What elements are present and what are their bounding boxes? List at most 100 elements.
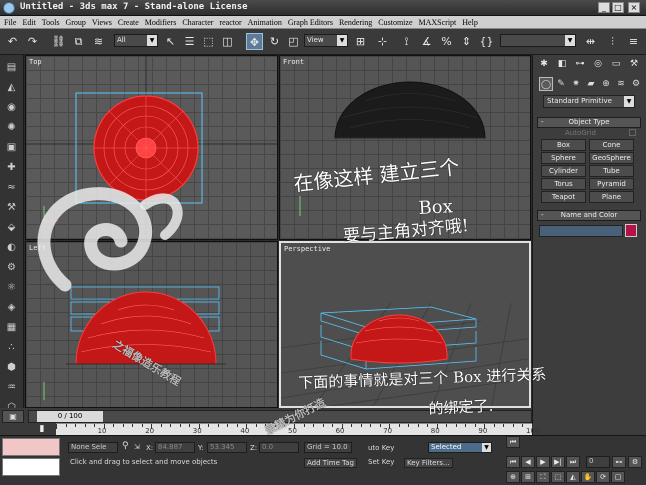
cone-button[interactable]: Cone	[589, 139, 634, 151]
menu-views[interactable]: Views	[92, 16, 112, 28]
shapes-tab-icon[interactable]: ◭	[4, 81, 19, 95]
modifiers-tab-icon[interactable]: ⚒	[4, 201, 19, 215]
lights-category-icon[interactable]: ✷	[569, 77, 583, 91]
select-and-move-icon[interactable]: ✥	[246, 33, 263, 50]
pivot-center-icon[interactable]: ⊞	[352, 33, 369, 50]
named-selection-dropdown[interactable]: ▼	[500, 34, 576, 47]
cameras-category-icon[interactable]: ▰	[584, 77, 598, 91]
menu-create[interactable]: Create	[118, 16, 139, 28]
display-panel-icon[interactable]: ▭	[609, 57, 623, 71]
percent-snap-icon[interactable]: %	[438, 33, 455, 50]
time-config-icon[interactable]: ⚙	[628, 456, 642, 468]
undo-icon[interactable]: ↶	[4, 33, 21, 50]
x-coordinate-field[interactable]: 84.887	[155, 442, 195, 453]
box-button[interactable]: Box	[541, 139, 586, 151]
go-to-start-icon[interactable]: ⏮	[506, 456, 520, 468]
utilities-panel-icon[interactable]: ⚒	[627, 57, 641, 71]
helpers-tab-icon[interactable]: ✚	[4, 161, 19, 175]
space-tab-icon[interactable]: ⬢	[4, 361, 19, 375]
select-and-scale-icon[interactable]: ◰	[285, 33, 302, 50]
time-slider-thumb[interactable]: 0 / 100	[37, 411, 103, 422]
lights-tab-icon[interactable]: ✺	[4, 121, 19, 135]
geosphere-button[interactable]: GeoSphere	[589, 152, 634, 164]
cylinder-button[interactable]: Cylinder	[541, 165, 586, 177]
menu-group[interactable]: Group	[65, 16, 85, 28]
select-object-icon[interactable]: ↖	[162, 33, 179, 50]
rectangular-selection-icon[interactable]: ⬚	[200, 33, 217, 50]
objects-tab-icon[interactable]: ▤	[4, 61, 19, 75]
set-key-button[interactable]: Set Key	[368, 458, 394, 466]
plane-button[interactable]: Plane	[589, 191, 634, 203]
materials-tab-icon[interactable]: ◐	[4, 241, 19, 255]
reactor-tab-icon[interactable]: ⚛	[4, 281, 19, 295]
motion-panel-icon[interactable]: ◎	[591, 57, 605, 71]
snap-toggle-icon[interactable]: ⟟	[398, 33, 415, 50]
hierarchy-panel-icon[interactable]: ⊶	[573, 57, 587, 71]
bind-space-warp-icon[interactable]: ≋	[90, 33, 107, 50]
open-trackbar-icon[interactable]: ▣	[2, 410, 24, 423]
key-filters-button[interactable]: Key Filters...	[404, 458, 453, 468]
named-selection-icon[interactable]: {}	[478, 33, 495, 50]
spacewarps-tab-icon[interactable]: ≈	[4, 181, 19, 195]
viewport-front[interactable]: Front	[279, 55, 531, 240]
menu-rendering[interactable]: Rendering	[339, 16, 372, 28]
hair-tab-icon[interactable]: ♒	[4, 381, 19, 395]
select-and-manipulate-icon[interactable]: ⊹	[374, 33, 391, 50]
mirror-icon[interactable]: ⇹	[582, 33, 599, 50]
play-icon[interactable]: ▶	[536, 456, 550, 468]
track-bar-toggle-icon[interactable]: ▮	[28, 423, 56, 435]
select-and-link-icon[interactable]: ⛓	[50, 33, 67, 50]
object-color-swatch[interactable]	[625, 224, 637, 237]
menu-edit[interactable]: Edit	[22, 16, 35, 28]
torus-button[interactable]: Torus	[541, 178, 586, 190]
add-time-tag-button[interactable]: Add Time Tag	[304, 458, 357, 468]
go-to-end-icon[interactable]: ⏭	[566, 456, 580, 468]
shaders-tab-icon[interactable]: ▦	[4, 321, 19, 335]
menu-reactor[interactable]: reactor	[219, 16, 241, 28]
menu-maxscript[interactable]: MAXScript	[419, 16, 457, 28]
controllers-tab-icon[interactable]: ⚙	[4, 261, 19, 275]
absolute-mode-icon[interactable]: ⇲	[134, 443, 140, 451]
minimize-button[interactable]: _	[598, 2, 610, 13]
key-mode-toggle-icon[interactable]: ⊷	[612, 456, 626, 468]
go-to-start-icon[interactable]: ⏮	[506, 436, 520, 448]
align-icon[interactable]: ⫶	[604, 33, 621, 50]
unlink-icon[interactable]: ⧉	[70, 33, 87, 50]
geometry-category-icon[interactable]: ◯	[539, 77, 553, 91]
menu-help[interactable]: Help	[462, 16, 478, 28]
menu-tools[interactable]: Tools	[42, 16, 60, 28]
cameras-tab-icon[interactable]: ▣	[4, 141, 19, 155]
selection-filter-dropdown[interactable]: All ▼	[114, 34, 158, 47]
close-button[interactable]: ×	[628, 2, 640, 13]
object-name-field[interactable]	[539, 225, 623, 237]
sphere-button[interactable]: Sphere	[541, 152, 586, 164]
zoom-all-icon[interactable]: ⊞	[521, 471, 535, 483]
zoom-extents-icon[interactable]: ⛶	[536, 471, 550, 483]
menu-customize[interactable]: Customize	[378, 16, 412, 28]
redo-icon[interactable]: ↷	[24, 33, 41, 50]
previous-frame-icon[interactable]: ◀	[521, 456, 535, 468]
name-and-color-rollout[interactable]: - Name and Color	[537, 210, 641, 221]
helpers-category-icon[interactable]: ⊕	[599, 77, 613, 91]
menu-file[interactable]: File	[4, 16, 16, 28]
lock-selection-icon[interactable]: ⚲	[122, 441, 129, 451]
current-frame-field[interactable]: 0	[586, 456, 610, 468]
pan-icon[interactable]: ✋	[581, 471, 595, 483]
pyramid-button[interactable]: Pyramid	[589, 178, 634, 190]
modeling-tab-icon[interactable]: ⬙	[4, 221, 19, 235]
z-coordinate-field[interactable]: 0.0	[259, 442, 299, 453]
select-by-name-icon[interactable]: ☰	[181, 33, 198, 50]
maximize-viewport-icon[interactable]: ▢	[611, 471, 625, 483]
auto-key-button[interactable]: uto Key	[368, 444, 394, 452]
tube-button[interactable]: Tube	[589, 165, 634, 177]
app-icon[interactable]	[3, 2, 15, 14]
spacewarps-category-icon[interactable]: ≋	[614, 77, 628, 91]
render-tab-icon[interactable]: ◈	[4, 301, 19, 315]
systems-category-icon[interactable]: ⚙	[629, 77, 643, 91]
zoom-extents-all-icon[interactable]: ⬚	[551, 471, 565, 483]
layer-manager-icon[interactable]: ≡	[625, 33, 642, 50]
y-coordinate-field[interactable]: 53.345	[207, 442, 247, 453]
maxscript-listener-output[interactable]	[2, 458, 60, 476]
menu-animation[interactable]: Animation	[248, 16, 282, 28]
next-frame-icon[interactable]: ▶|	[551, 456, 565, 468]
